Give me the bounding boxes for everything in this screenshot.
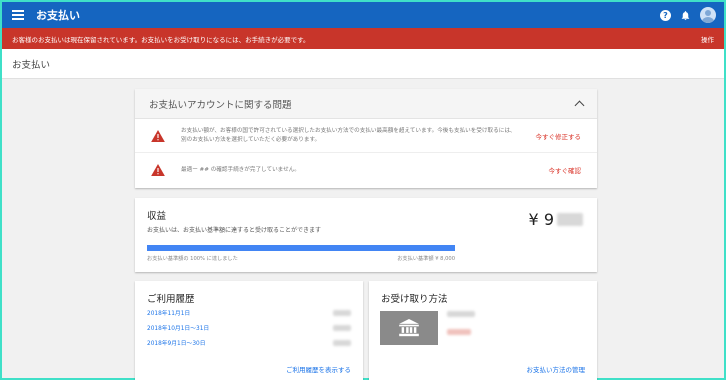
bank-icon (380, 311, 438, 345)
chevron-up-icon[interactable] (574, 100, 585, 111)
history-title: ご利用履歴 (147, 294, 195, 305)
redacted-amount (333, 324, 351, 331)
warning-icon (151, 164, 165, 176)
page-title: お支払い (2, 49, 724, 79)
payment-method-card: お受け取り方法 お支払い方法の管理 (369, 281, 597, 380)
view-history-link[interactable]: ご利用履歴を表示する (286, 364, 351, 374)
list-item: 2018年11月1日 (147, 305, 351, 320)
redacted-account-number (447, 329, 471, 335)
earnings-title: 収益 (147, 211, 167, 222)
redacted-amount (557, 213, 583, 226)
redacted-amount (333, 309, 351, 316)
account-issues-card: お支払いアカウントに関する問題 お支払い額が、お客様の国で許可されている選択した… (135, 89, 597, 188)
history-date-link[interactable]: 2018年11月1日 (147, 308, 190, 317)
warning-icon (151, 129, 165, 142)
list-item: 2018年9月1日～30日 (147, 335, 351, 350)
earnings-amount-value: ¥ 9 (528, 210, 554, 229)
progress-fill (147, 245, 455, 251)
redacted-amount (333, 339, 351, 346)
history-date-link[interactable]: 2018年10月1日～31日 (147, 323, 209, 332)
bell-icon[interactable] (680, 10, 691, 21)
issue-row: 最適ー ## の確認手続きが完了していません。 今すぐ確認 (135, 153, 597, 187)
issues-title: お支払いアカウントに関する問題 (149, 99, 292, 111)
menu-icon[interactable] (12, 10, 24, 20)
avatar[interactable] (700, 7, 716, 23)
payment-title: お受け取り方法 (381, 294, 448, 305)
alert-action-button[interactable]: 操作 (701, 34, 714, 44)
earnings-description: お支払いは、お支払い基準額に達すると受け取ることができます (147, 227, 322, 234)
issue-text: お支払い額が、お客様の国で許可されている選択したお支払い方法での支払い最高額を超… (181, 128, 516, 143)
progress-right-label: お支払い基準額 ¥ 8,000 (397, 256, 455, 262)
verify-now-link[interactable]: 今すぐ確認 (549, 165, 582, 175)
earnings-amount: ¥ 9 (529, 210, 583, 229)
issue-row: お支払い額が、お客様の国で許可されている選択したお支払い方法での支払い最高額を超… (135, 119, 597, 153)
fix-now-link[interactable]: 今すぐ修正する (536, 131, 582, 141)
top-app-bar: お支払い ? (2, 2, 724, 28)
redacted-bank-name (447, 311, 475, 317)
list-item: 2018年10月1日～31日 (147, 320, 351, 335)
alert-banner: お客様のお支払いは現在保留されています。お支払いをお受け取りになるには、お手続き… (2, 28, 724, 49)
app-title: お支払い (36, 9, 80, 22)
manage-payment-methods-link[interactable]: お支払い方法の管理 (527, 364, 586, 374)
payment-threshold-progress (147, 245, 455, 251)
transaction-history-card: ご利用履歴 2018年11月1日 2018年10月1日～31日 2018年9月1… (135, 281, 363, 380)
issues-header[interactable]: お支払いアカウントに関する問題 (135, 89, 597, 119)
history-date-link[interactable]: 2018年9月1日～30日 (147, 338, 206, 347)
alert-message: お客様のお支払いは現在保留されています。お支払いをお受け取りになるには、お手続き… (12, 35, 310, 44)
earnings-card: 収益 お支払いは、お支払い基準額に達すると受け取ることができます ¥ 9 お支払… (135, 198, 597, 272)
help-icon[interactable]: ? (660, 9, 671, 21)
progress-left-label: お支払い基準額の 100% に達しました (147, 256, 238, 262)
issue-text: 最適ー ## の確認手続きが完了していません。 (181, 166, 300, 173)
